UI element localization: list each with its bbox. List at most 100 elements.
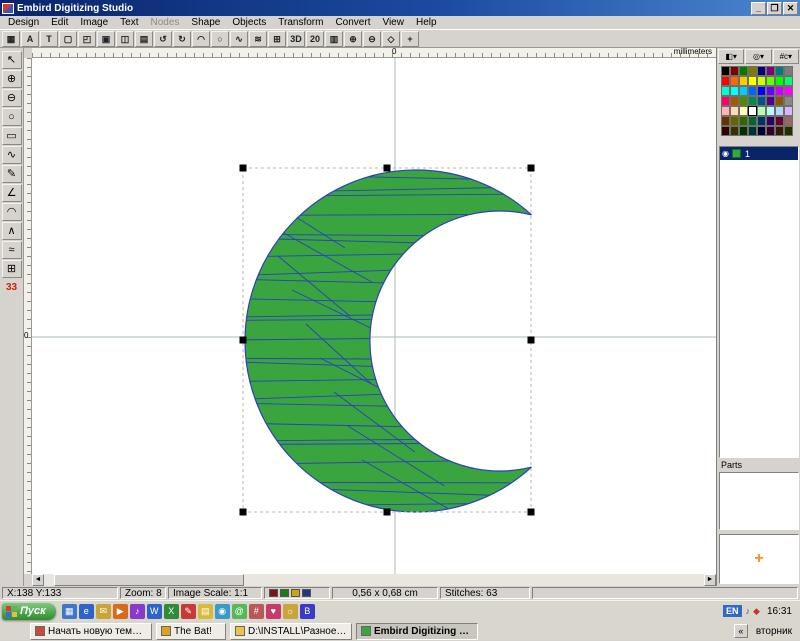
stitch-density-icon[interactable]: 20 xyxy=(306,31,324,47)
selection-handle[interactable] xyxy=(240,509,247,516)
language-indicator[interactable]: EN xyxy=(723,605,742,617)
quicklaunch-desktop-icon[interactable]: ▦ xyxy=(62,604,77,619)
mesh-tool[interactable]: ⊞ xyxy=(2,260,22,278)
select-tool[interactable]: ↖ xyxy=(2,51,22,69)
palette-swatch[interactable] xyxy=(739,106,748,116)
palette-swatch[interactable] xyxy=(730,126,739,136)
taskbar-task[interactable]: Embird Digitizing Stud... xyxy=(356,623,478,640)
palette-swatch[interactable] xyxy=(748,126,757,136)
palette-swatch[interactable] xyxy=(730,96,739,106)
palette-swatch[interactable] xyxy=(739,126,748,136)
parameters-icon[interactable]: ◇ xyxy=(382,31,400,47)
quicklaunch-music-icon[interactable]: ♪ xyxy=(130,604,145,619)
move-design-icon[interactable]: + xyxy=(401,31,419,47)
crescent-design[interactable] xyxy=(245,170,531,512)
save-design-icon[interactable]: ▣ xyxy=(97,31,115,47)
palette-swatch[interactable] xyxy=(784,66,793,76)
menu-objects[interactable]: Objects xyxy=(226,16,272,29)
print-icon[interactable]: ▤ xyxy=(135,31,153,47)
undo-icon[interactable]: ↺ xyxy=(154,31,172,47)
palette-swatch[interactable] xyxy=(721,126,730,136)
redo-icon[interactable]: ↻ xyxy=(173,31,191,47)
palette-swatch[interactable] xyxy=(748,66,757,76)
taskbar-task[interactable]: Начать новую тему :: В... xyxy=(30,623,152,640)
maximize-button[interactable]: ❐ xyxy=(767,2,782,15)
taskbar-task[interactable]: The Bat! xyxy=(156,623,226,640)
palette-swatch[interactable] xyxy=(766,96,775,106)
start-button[interactable]: Пуск xyxy=(2,603,56,620)
knife-tool[interactable]: ∠ xyxy=(2,184,22,202)
quicklaunch-chat-icon[interactable]: @ xyxy=(232,604,247,619)
palette-swatch[interactable] xyxy=(766,106,775,116)
grid-icon[interactable]: ⊞ xyxy=(268,31,286,47)
palette-swatch[interactable] xyxy=(739,116,748,126)
palette-swatch[interactable] xyxy=(757,106,766,116)
menu-edit[interactable]: Edit xyxy=(45,16,74,29)
scroll-right-arrow[interactable]: ► xyxy=(704,574,716,586)
selection-handle[interactable] xyxy=(240,337,247,344)
palette-swatch[interactable] xyxy=(784,116,793,126)
text-t-icon[interactable]: T xyxy=(40,31,58,47)
quicklaunch-excel-icon[interactable]: X xyxy=(164,604,179,619)
hatch-fill-icon[interactable]: ▥ xyxy=(325,31,343,47)
taskbar-task[interactable]: D:\INSTALL\Разное\Embird xyxy=(230,623,352,640)
design-canvas[interactable] xyxy=(32,58,716,574)
polyline-tool[interactable]: ∧ xyxy=(2,222,22,240)
arc-shape-icon[interactable]: ◠ xyxy=(192,31,210,47)
palette-swatch[interactable] xyxy=(757,76,766,86)
new-design-icon[interactable]: ▢ xyxy=(59,31,77,47)
palette-swatch[interactable] xyxy=(784,86,793,96)
circle-shape-icon[interactable]: ○ xyxy=(211,31,229,47)
palette-swatch[interactable] xyxy=(784,106,793,116)
menu-design[interactable]: Design xyxy=(2,16,45,29)
zoom-in-tool[interactable]: ⊕ xyxy=(2,70,22,88)
selection-handle[interactable] xyxy=(384,165,391,172)
palette-swatch[interactable] xyxy=(775,116,784,126)
menu-help[interactable]: Help xyxy=(410,16,443,29)
palette-swatch[interactable] xyxy=(748,106,757,116)
palette-swatch[interactable] xyxy=(721,76,730,86)
quicklaunch-heart-icon[interactable]: ♥ xyxy=(266,604,281,619)
minimize-button[interactable]: _ xyxy=(751,2,766,15)
selection-handle[interactable] xyxy=(528,337,535,344)
title-bar[interactable]: Embird Digitizing Studio _ ❐ ✕ xyxy=(0,0,800,16)
quicklaunch-sun-icon[interactable]: ☼ xyxy=(283,604,298,619)
wave-tool[interactable]: ≈ xyxy=(2,241,22,259)
parts-panel[interactable] xyxy=(719,472,799,530)
palette-swatch[interactable] xyxy=(766,116,775,126)
menu-shape[interactable]: Shape xyxy=(185,16,226,29)
palette-swatch[interactable] xyxy=(775,76,784,86)
palette-swatch[interactable] xyxy=(766,76,775,86)
palette-swatch[interactable] xyxy=(775,106,784,116)
selection-handle[interactable] xyxy=(240,165,247,172)
palette-swatch[interactable] xyxy=(766,86,775,96)
palette-swatch[interactable] xyxy=(739,66,748,76)
quicklaunch-mail-icon[interactable]: ✉ xyxy=(96,604,111,619)
wave-shape-icon[interactable]: ∿ xyxy=(230,31,248,47)
palette-swatch[interactable] xyxy=(748,96,757,106)
palette-swatch[interactable] xyxy=(721,86,730,96)
palette-swatch[interactable] xyxy=(748,76,757,86)
palette-swatch[interactable] xyxy=(757,86,766,96)
palette-swatch[interactable] xyxy=(784,96,793,106)
quicklaunch-word-icon[interactable]: W xyxy=(147,604,162,619)
ellipse-tool[interactable]: ○ xyxy=(2,108,22,126)
palette-swatch[interactable] xyxy=(757,96,766,106)
palette-swatch[interactable] xyxy=(730,116,739,126)
object-list[interactable]: ◉ 1 xyxy=(719,146,799,458)
palette-swatch[interactable] xyxy=(739,86,748,96)
zoom-out-icon[interactable]: ⊖ xyxy=(363,31,381,47)
zoom-in-icon[interactable]: ⊕ xyxy=(344,31,362,47)
palette-swatch[interactable] xyxy=(775,86,784,96)
palette-swatch[interactable] xyxy=(757,126,766,136)
quicklaunch-notes-icon[interactable]: # xyxy=(249,604,264,619)
selection-handle[interactable] xyxy=(528,509,535,516)
tray-shield-icon[interactable]: ◆ xyxy=(753,606,760,617)
palette-swatch[interactable] xyxy=(775,66,784,76)
menu-nodes[interactable]: Nodes xyxy=(145,16,186,29)
quicklaunch-browser-icon[interactable]: e xyxy=(79,604,94,619)
selection-handle[interactable] xyxy=(528,165,535,172)
view-3d-icon[interactable]: 3D xyxy=(287,31,305,47)
palette-swatch[interactable] xyxy=(739,76,748,86)
selection-handle[interactable] xyxy=(384,509,391,516)
